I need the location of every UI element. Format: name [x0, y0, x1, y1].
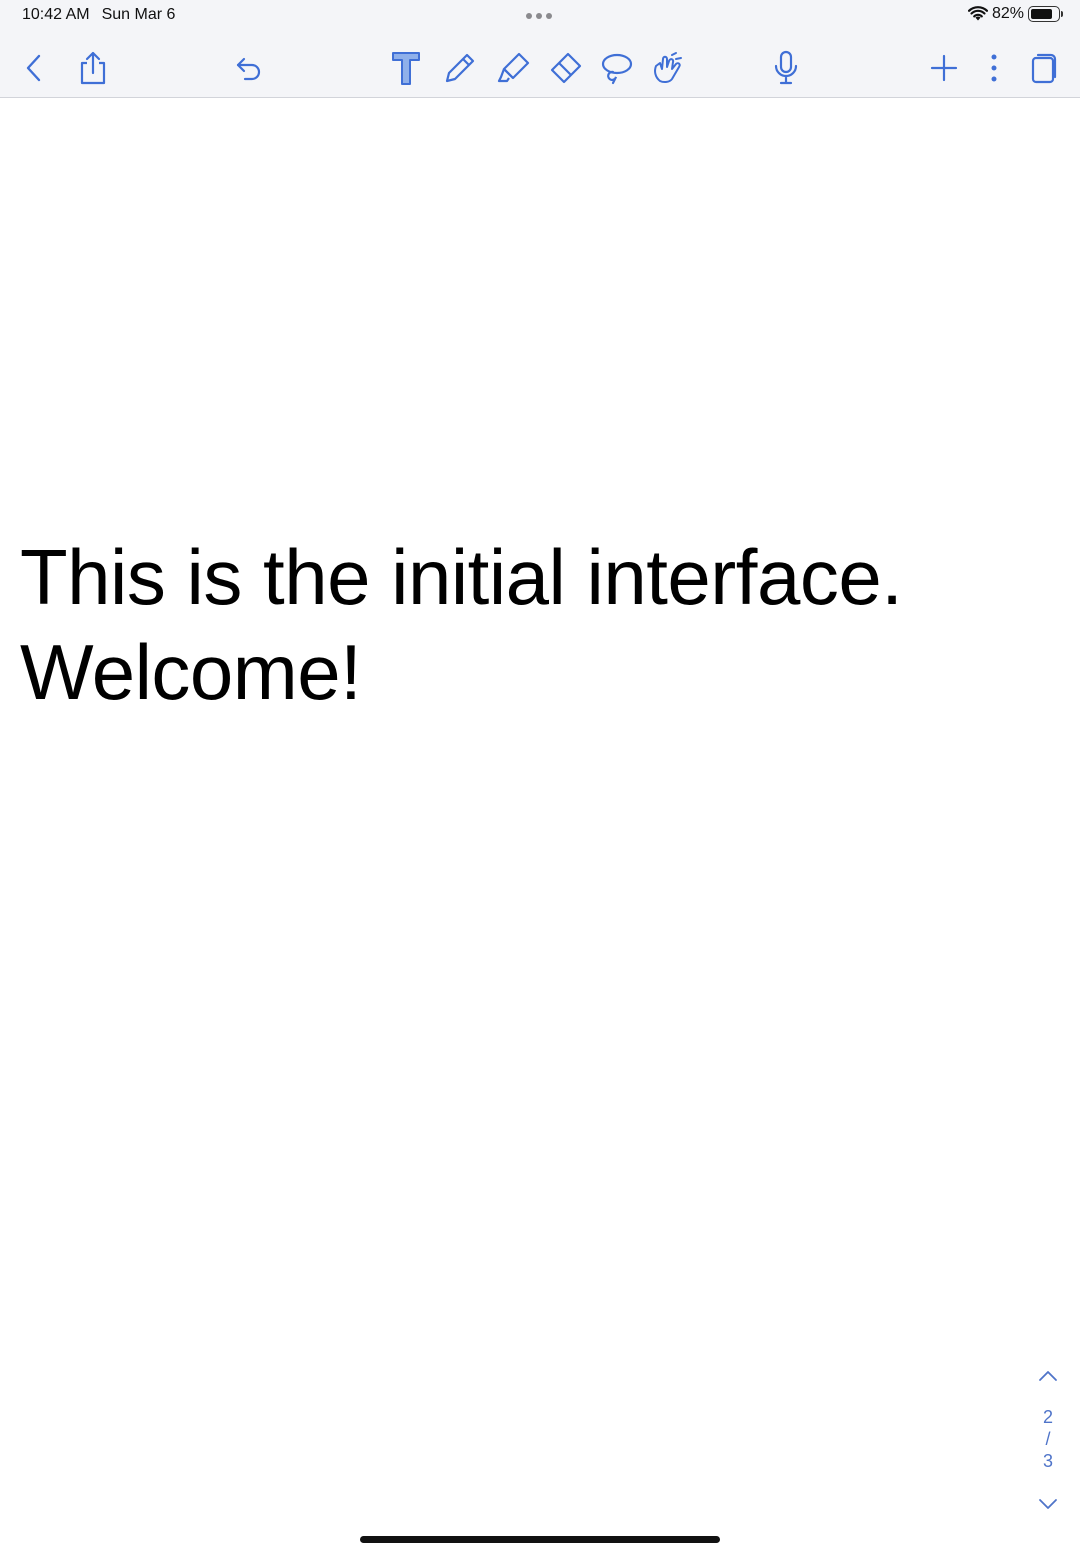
eraser-tool-button[interactable]	[545, 48, 585, 88]
page-separator: /	[1045, 1429, 1051, 1449]
current-page-number: 2	[1042, 1407, 1053, 1427]
chevron-down-icon	[1039, 1499, 1057, 1509]
back-button[interactable]	[14, 48, 54, 88]
hand-pointer-icon	[654, 52, 682, 84]
note-text-box[interactable]: This is the initial interface. Welcome!	[20, 530, 1020, 720]
home-indicator[interactable]	[360, 1536, 720, 1543]
highlighter-icon	[497, 52, 530, 83]
undo-button[interactable]	[229, 48, 269, 88]
undo-icon	[236, 57, 261, 81]
battery-icon	[1028, 6, 1063, 22]
microphone-icon	[774, 50, 798, 85]
next-page-button[interactable]	[1032, 1488, 1064, 1520]
page-overview-button[interactable]	[1024, 48, 1064, 88]
top-bar: 10:42 AM Sun Mar 6 82%	[0, 0, 1080, 98]
more-vertical-icon	[991, 54, 997, 82]
previous-page-button[interactable]	[1032, 1360, 1064, 1392]
chevron-up-icon	[1039, 1371, 1057, 1381]
note-line-2: Welcome!	[20, 628, 362, 716]
lasso-tool-button[interactable]	[597, 48, 637, 88]
text-tool-icon	[392, 52, 420, 85]
eraser-icon	[550, 52, 582, 84]
pages-icon	[1031, 53, 1057, 84]
goodnotes-screen: 10:42 AM Sun Mar 6 82% This is the initi…	[0, 0, 1080, 1554]
multitask-handle[interactable]	[526, 13, 552, 19]
pen-icon	[445, 53, 475, 83]
lasso-icon	[601, 53, 633, 85]
battery-percent: 82%	[991, 5, 1024, 22]
pen-tool-button[interactable]	[440, 48, 480, 88]
text-tool-button[interactable]	[386, 48, 426, 88]
share-button[interactable]	[73, 48, 113, 88]
wifi-icon	[967, 6, 988, 21]
microphone-button[interactable]	[766, 48, 806, 88]
share-icon	[80, 51, 106, 85]
more-options-button[interactable]	[974, 48, 1014, 88]
status-date: Sun Mar 6	[101, 6, 176, 23]
total-pages-number: 3	[1042, 1451, 1053, 1471]
add-button[interactable]	[924, 48, 964, 88]
status-bar-time: 10:42 AM Sun Mar 6	[22, 6, 175, 24]
note-line-1: This is the initial interface.	[20, 533, 903, 621]
highlighter-tool-button[interactable]	[493, 48, 533, 88]
chevron-left-icon	[26, 54, 41, 82]
status-time: 10:42 AM	[22, 6, 90, 23]
plus-icon	[930, 54, 958, 82]
status-bar-right: 82%	[967, 5, 1063, 23]
laser-pointer-tool-button[interactable]	[647, 48, 687, 88]
page-navigator: 2 / 3	[1032, 1360, 1064, 1530]
